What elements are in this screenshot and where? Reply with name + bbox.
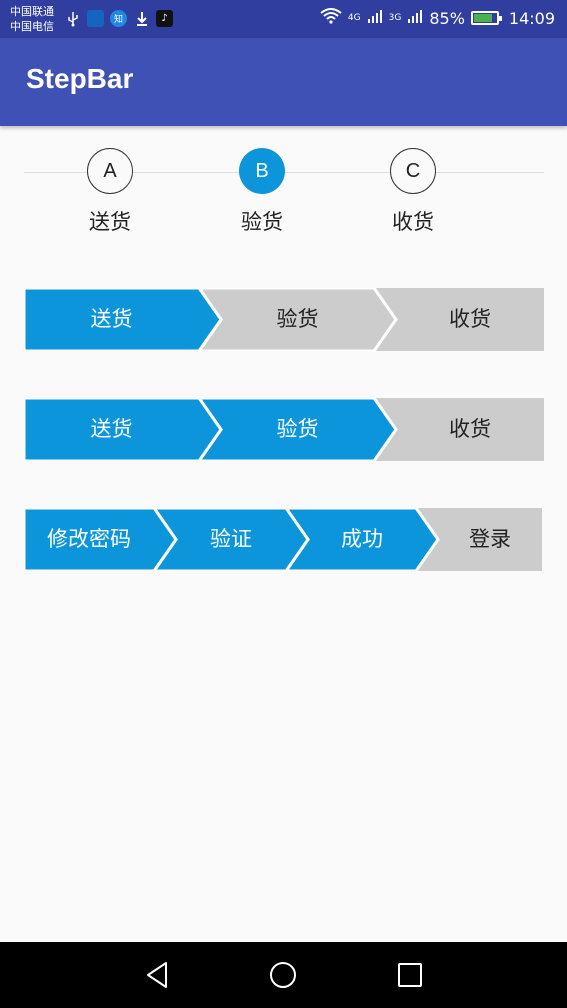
step-label: 收货 <box>392 210 434 234</box>
arrow-stepbar-2: 送货 验货 收货 <box>24 398 544 461</box>
circle-step-c[interactable]: C 收货 <box>373 148 453 236</box>
circle-stepbar: A 送货 B 验货 C 收货 <box>24 148 544 248</box>
carrier-info: 中国联通 中国电信 <box>10 4 54 34</box>
home-icon[interactable] <box>268 960 298 990</box>
app-bar: StepBar <box>0 38 567 126</box>
signal-icon-1 <box>367 8 383 28</box>
circle-step-a[interactable]: A 送货 <box>70 148 150 236</box>
step-label: 验货 <box>241 210 283 234</box>
arrow-step-label: 收货 <box>449 307 491 331</box>
arrow-step-label: 登录 <box>469 527 511 551</box>
battery-icon <box>470 11 502 25</box>
arrow-step-label: 验货 <box>276 307 319 331</box>
step-circle: A <box>87 148 133 194</box>
arrow-stepbar-1: 送货 验货 收货 <box>24 288 544 351</box>
status-bar: 中国联通 中国电信 知 ♪ 4G 3G 85% 14:09 <box>0 0 567 38</box>
recents-icon[interactable] <box>395 960 425 990</box>
signal-icon-2 <box>407 8 423 28</box>
carrier-1: 中国联通 <box>10 5 54 18</box>
clock: 14:09 <box>508 8 555 28</box>
step-circle: B <box>239 148 285 194</box>
arrow-stepbar-3: 修改密码 验证 成功 登录 <box>24 508 542 571</box>
system-status: 4G 3G 85% 14:09 <box>320 8 555 28</box>
circle-step-b[interactable]: B 验货 <box>222 148 302 236</box>
usb-icon <box>64 10 81 27</box>
download-icon <box>133 10 150 27</box>
app-notification-icon <box>87 10 104 27</box>
arrow-step-label: 验证 <box>210 527 252 551</box>
arrow-step-label: 收货 <box>449 417 491 441</box>
arrow-step-label: 送货 <box>90 417 133 441</box>
wifi-icon <box>320 8 342 28</box>
arrow-step-label: 验货 <box>276 417 319 441</box>
step-circle: C <box>390 148 436 194</box>
zhihu-icon: 知 <box>110 10 127 27</box>
carrier-2: 中国电信 <box>10 20 54 33</box>
arrow-step-label: 送货 <box>90 307 133 331</box>
arrow-step-label: 修改密码 <box>47 527 131 551</box>
back-icon[interactable] <box>143 960 173 990</box>
page-title: StepBar <box>26 63 134 94</box>
arrow-step-label: 成功 <box>341 527 383 551</box>
step-label: 送货 <box>89 210 131 234</box>
tiktok-icon: ♪ <box>156 10 173 27</box>
notification-icons: 知 ♪ <box>64 10 173 27</box>
battery-level <box>473 14 493 22</box>
network-4g-icon: 4G <box>347 13 361 23</box>
network-3g-icon: 3G <box>388 13 402 23</box>
battery-percent: 85% <box>429 8 465 28</box>
navigation-bar <box>0 942 567 1008</box>
